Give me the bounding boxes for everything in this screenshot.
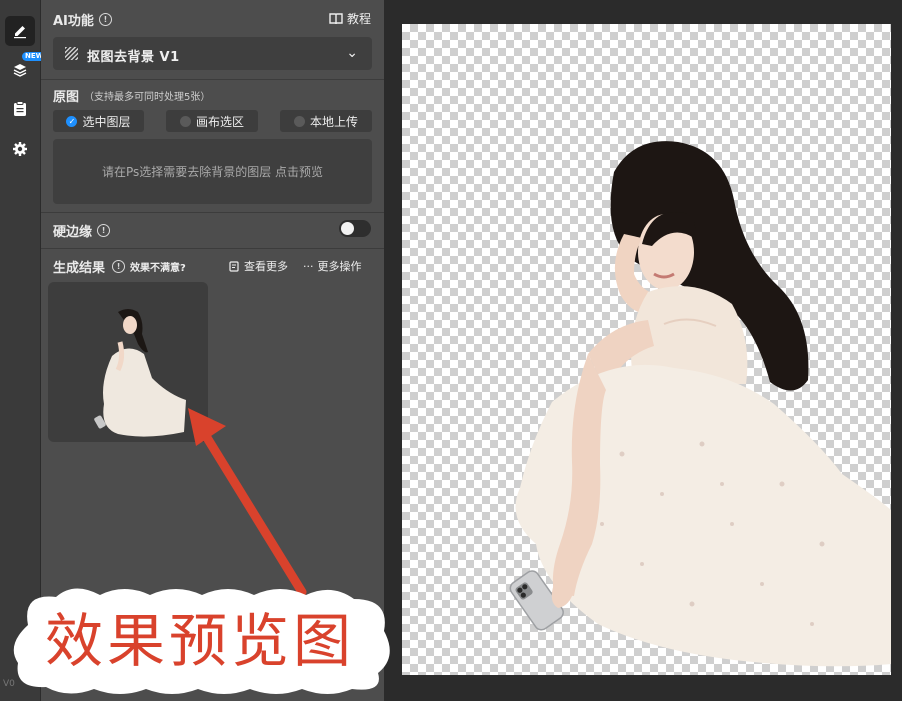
info-icon[interactable]: ! (98, 13, 112, 26)
source-hint: （支持最多可同时处理5张） (84, 92, 211, 103)
option-local-upload[interactable]: 本地上传 (280, 110, 372, 132)
annotation-label: 效果预览图 (44, 607, 355, 675)
more-actions-label: 更多操作 (317, 260, 362, 273)
clipboard-tool-button[interactable] (5, 94, 35, 124)
chevron-down-icon: ⌄ (346, 45, 358, 61)
info-icon[interactable]: ! (112, 260, 126, 273)
layers-icon (13, 64, 27, 77)
layers-tool-button[interactable]: NEW (5, 52, 47, 85)
radio-icon (293, 115, 305, 127)
option-selected-layer[interactable]: ✓ 选中图层 (53, 110, 144, 132)
pen-tool-button[interactable] (5, 16, 35, 46)
clipboard-icon (14, 101, 26, 116)
ai-function-header: AI功能 ! (53, 10, 112, 29)
tutorial-link[interactable]: 教程 (329, 10, 371, 27)
check-icon: ✓ (66, 115, 78, 127)
option-label: 画布选区 (195, 114, 244, 129)
ai-function-title: AI功能 (53, 14, 94, 29)
more-actions-button[interactable]: ··· 更多操作 (303, 258, 362, 274)
divider (41, 79, 384, 80)
option-label: 选中图层 (82, 114, 131, 129)
radio-icon (179, 115, 191, 127)
hard-edge-row: 硬边缘 ! (53, 221, 111, 240)
model-select[interactable]: 抠图去背景 V1 ⌄ (53, 37, 372, 70)
preview-dropzone[interactable]: 请在Ps选择需要去除背景的图层 点击预览 (53, 139, 372, 204)
cutout-subject-image (509, 141, 891, 667)
hard-edge-toggle[interactable] (339, 220, 371, 237)
results-header: 生成结果 ! 效果不满意? (53, 257, 186, 276)
unsatisfied-link[interactable]: 效果不满意? (130, 259, 186, 274)
view-more-button[interactable]: 查看更多 (229, 258, 288, 274)
source-header: 原图 （支持最多可同时处理5张） (53, 86, 210, 105)
book-icon (329, 12, 343, 24)
view-more-label: 查看更多 (244, 260, 288, 273)
source-title: 原图 (53, 90, 80, 105)
settings-tool-button[interactable] (5, 134, 35, 164)
hard-edge-label: 硬边缘 (53, 225, 93, 240)
dropzone-text: 请在Ps选择需要去除背景的图层 点击预览 (101, 165, 324, 179)
results-title: 生成结果 (53, 261, 106, 276)
divider (41, 212, 384, 213)
option-canvas-selection[interactable]: 画布选区 (166, 110, 258, 132)
pen-icon (14, 26, 26, 39)
list-search-icon (229, 260, 239, 272)
info-icon[interactable]: ! (97, 224, 111, 237)
result-preview-image (94, 309, 186, 437)
divider (41, 248, 384, 249)
option-label: 本地上传 (309, 114, 358, 129)
model-name: 抠图去背景 V1 (87, 50, 180, 65)
tutorial-label: 教程 (346, 12, 371, 26)
ellipsis-icon: ··· (303, 259, 314, 273)
document-canvas[interactable] (402, 24, 891, 675)
gear-icon (13, 142, 27, 156)
model-icon (65, 47, 78, 60)
result-thumbnail[interactable] (48, 282, 208, 442)
